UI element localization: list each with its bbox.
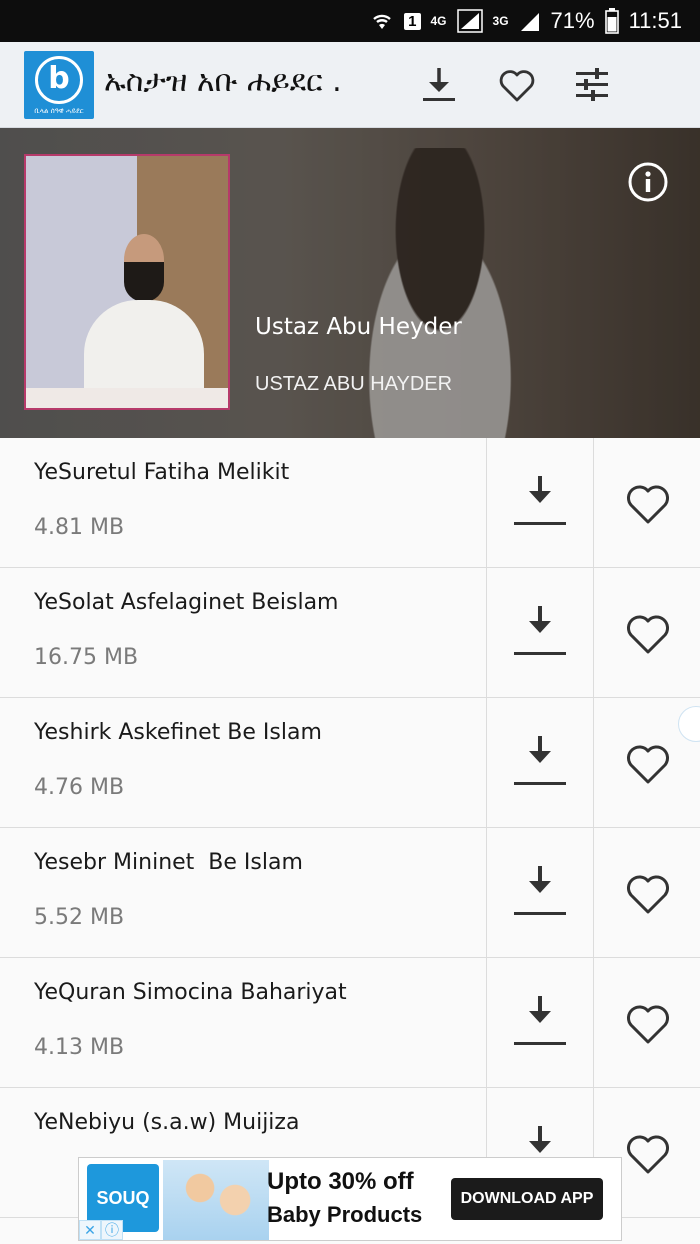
battery-icon: [604, 8, 619, 34]
artist-header: Ustaz Abu Heyder USTAZ ABU HAYDER: [0, 128, 700, 438]
divider: [593, 568, 594, 697]
list-item[interactable]: YeSuretul Fatiha Melikit 4.81 MB: [0, 438, 700, 568]
artist-figure: [84, 234, 204, 408]
artist-beard: [124, 262, 164, 302]
heart-icon: [627, 745, 669, 784]
logo-caption: ቢላል ሰዓዊ ሓይደር: [34, 107, 84, 115]
track-title: YeSuretul Fatiha Melikit: [34, 460, 290, 485]
track-title: Yeshirk Askefinet Be Islam: [34, 720, 322, 745]
track-size: 16.75 MB: [34, 645, 139, 670]
filter-settings-button[interactable]: [567, 60, 617, 110]
status-icons: 1 4G 3G 71% 11:51: [370, 6, 682, 36]
track-size: 4.81 MB: [34, 515, 125, 540]
signal-icon-2: [520, 13, 539, 31]
heart-icon: [627, 615, 669, 654]
list-item[interactable]: Yesebr Mininet Be Islam 5.52 MB: [0, 828, 700, 958]
artist-subtitle: USTAZ ABU HAYDER: [255, 373, 453, 395]
wifi-icon: [373, 14, 391, 29]
heart-icon: [627, 1135, 669, 1174]
divider: [593, 698, 594, 827]
ad-subline: Baby Products: [267, 1202, 423, 1227]
lectern: [26, 388, 228, 408]
divider: [486, 568, 487, 697]
artist-photo: [24, 154, 230, 410]
sliders-icon: [576, 68, 608, 101]
track-title: YeNebiyu (s.a.w) Muijiza: [34, 1110, 300, 1135]
divider: [593, 438, 594, 567]
divider: [486, 958, 487, 1087]
heart-icon: [627, 485, 669, 524]
track-title: YeQuran Simocina Bahariyat: [34, 980, 347, 1005]
download-icon: [514, 736, 566, 785]
heart-icon: [627, 1005, 669, 1044]
track-size: 5.52 MB: [34, 905, 125, 930]
list-item[interactable]: YeQuran Simocina Bahariyat 4.13 MB: [0, 958, 700, 1088]
artist-name: Ustaz Abu Heyder: [255, 314, 462, 340]
track-title: Yesebr Mininet Be Islam: [34, 850, 303, 875]
download-icon: [514, 606, 566, 655]
ad-info-icon[interactable]: ⓘ: [101, 1220, 123, 1240]
battery-percent: 71%: [550, 8, 595, 33]
app-title: ኡስታዝ አቡ ሐይደር .: [104, 64, 342, 99]
favorite-button[interactable]: [622, 998, 674, 1050]
download-icon: [423, 68, 455, 101]
divider: [593, 828, 594, 957]
ad-banner[interactable]: SOUQ Upto 30% off Baby Products DOWNLOAD…: [78, 1157, 622, 1241]
close-icon[interactable]: ✕: [79, 1220, 101, 1240]
heart-icon: [499, 70, 535, 102]
divider: [593, 958, 594, 1087]
track-size: 4.76 MB: [34, 775, 125, 800]
favorite-button[interactable]: [622, 608, 674, 660]
download-button[interactable]: [512, 604, 568, 660]
favorite-button[interactable]: [622, 868, 674, 920]
app-bar: b ቢላል ሰዓዊ ሓይደር ኡስታዝ አቡ ሐይደር .: [0, 42, 700, 128]
list-item[interactable]: YeSolat Asfelaginet Beislam 16.75 MB: [0, 568, 700, 698]
download-button[interactable]: [512, 994, 568, 1050]
download-icon: [514, 996, 566, 1045]
list-item[interactable]: Yeshirk Askefinet Be Islam 4.76 MB: [0, 698, 700, 828]
ad-choices[interactable]: ✕ ⓘ: [79, 1220, 127, 1240]
status-bar: 1 4G 3G 71% 11:51: [0, 0, 700, 42]
track-title: YeSolat Asfelaginet Beislam: [34, 590, 339, 615]
ad-headline: Upto 30% off: [267, 1168, 414, 1195]
info-button[interactable]: [628, 162, 668, 202]
ad-download-button[interactable]: DOWNLOAD APP: [451, 1178, 603, 1220]
download-button[interactable]: [512, 734, 568, 790]
download-icon: [514, 476, 566, 525]
divider: [486, 828, 487, 957]
ad-image: [163, 1160, 269, 1240]
track-list: YeSuretul Fatiha Melikit 4.81 MB YeSolat…: [0, 438, 700, 1218]
info-icon: [628, 162, 668, 202]
divider: [486, 698, 487, 827]
signal-icon: [456, 9, 483, 33]
sim-badge: 1: [404, 12, 421, 30]
favorite-button[interactable]: [622, 738, 674, 790]
download-button[interactable]: [512, 864, 568, 920]
network-type-a: 4G: [430, 14, 447, 28]
download-icon: [514, 866, 566, 915]
clock: 11:51: [628, 8, 682, 33]
divider: [486, 438, 487, 567]
favorite-button[interactable]: [622, 1128, 674, 1180]
favorite-button[interactable]: [622, 478, 674, 530]
logo-letter: b: [48, 61, 70, 96]
download-all-button[interactable]: [414, 60, 464, 110]
track-size: 4.13 MB: [34, 1035, 125, 1060]
app-logo: b ቢላል ሰዓዊ ሓይደር: [24, 51, 94, 119]
favorites-button[interactable]: [492, 60, 542, 110]
download-button[interactable]: [512, 474, 568, 530]
heart-icon: [627, 875, 669, 914]
network-type-b: 3G: [492, 14, 509, 28]
